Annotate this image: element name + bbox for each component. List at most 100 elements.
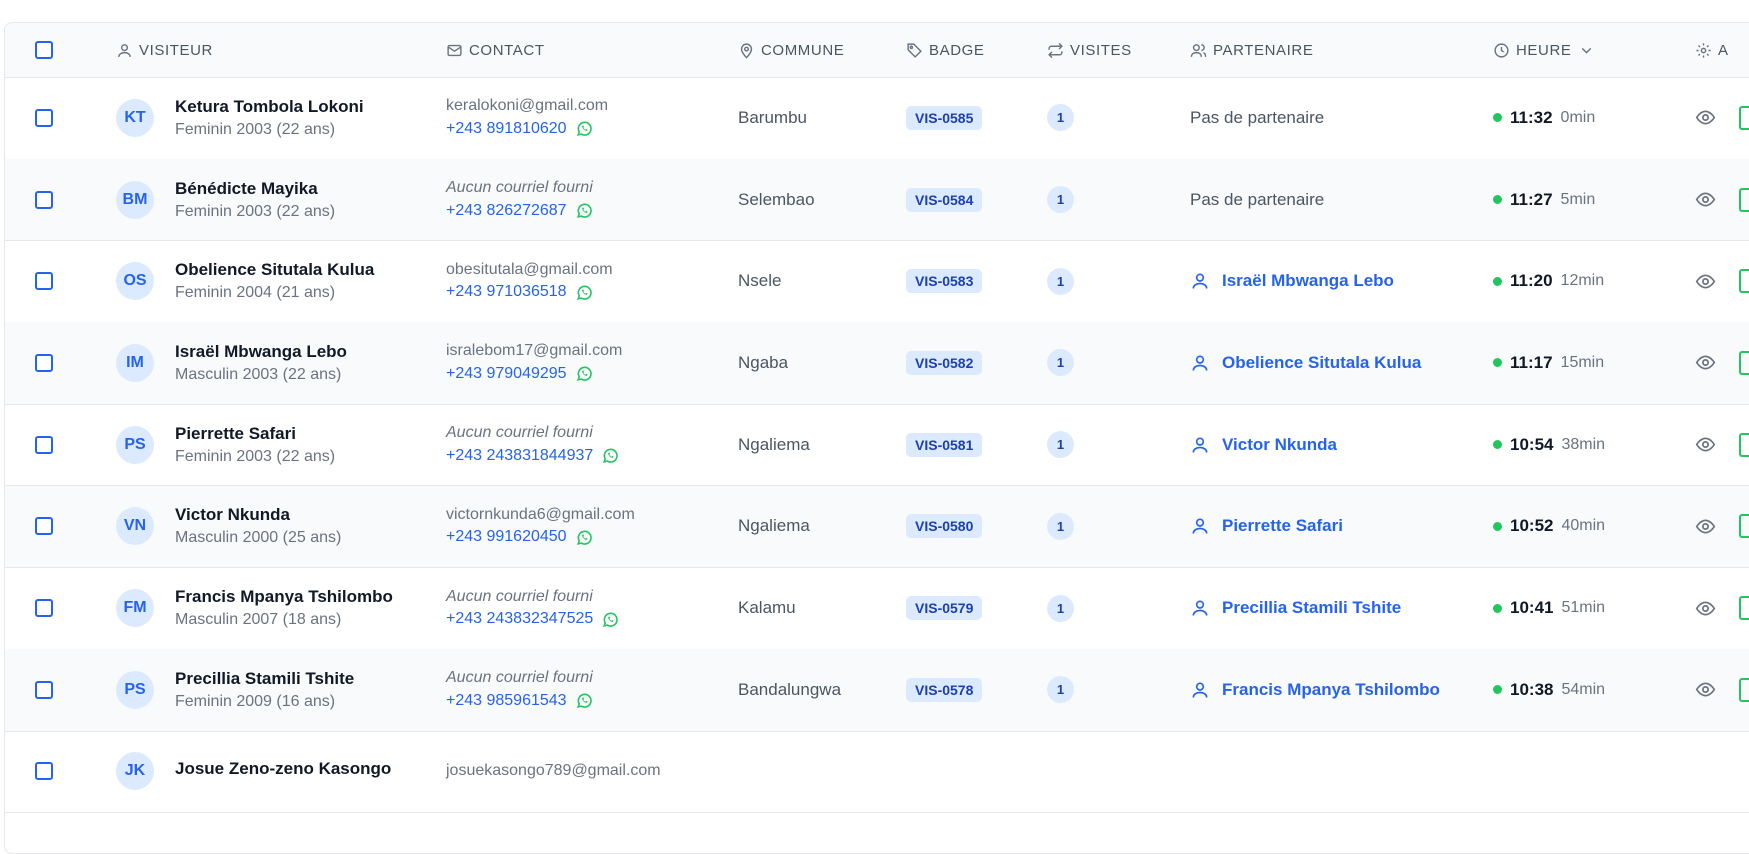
select-all-checkbox[interactable] (35, 41, 53, 59)
visitor-name[interactable]: Victor Nkunda (175, 505, 341, 525)
visitor-phone[interactable]: +243 243831844937 (446, 446, 620, 465)
action-button[interactable] (1739, 514, 1749, 539)
table-row[interactable]: FM Francis Mpanya Tshilombo Masculin 200… (5, 567, 1749, 650)
visit-count: 1 (1047, 349, 1074, 377)
visitor-phone[interactable]: +243 243832347525 (446, 610, 620, 629)
action-button[interactable] (1739, 187, 1749, 212)
action-button[interactable] (1739, 350, 1749, 375)
whatsapp-icon[interactable] (575, 201, 594, 220)
phone-number[interactable]: +243 991620450 (446, 528, 567, 546)
partner-link[interactable]: Pierrette Safari (1190, 516, 1343, 536)
row-checkbox[interactable] (35, 762, 53, 781)
eye-icon[interactable] (1695, 107, 1716, 128)
table-row[interactable]: BM Bénédicte Mayika Feminin 2003 (22 ans… (5, 158, 1749, 242)
visitor-phone[interactable]: +243 891810620 (446, 119, 608, 138)
partner-link[interactable]: Israël Mbwanga Lebo (1190, 271, 1394, 291)
eye-icon[interactable] (1695, 679, 1716, 700)
col-actions-label: A (1718, 41, 1729, 59)
visitor-name[interactable]: Obelience Situtala Kulua (175, 260, 374, 280)
partner-link[interactable]: Obelience Situtala Kulua (1190, 353, 1421, 373)
row-checkbox[interactable] (35, 353, 53, 372)
table-row[interactable]: PS Precillia Stamili Tshite Feminin 2009… (5, 648, 1749, 732)
visitor-name[interactable]: Francis Mpanya Tshilombo (175, 587, 393, 607)
action-button[interactable] (1739, 105, 1749, 130)
users-icon (1190, 43, 1207, 57)
partner-link[interactable]: Precillia Stamili Tshite (1190, 598, 1401, 618)
table-row[interactable]: JK Josue Zeno-zeno Kasongo josuekasongo7… (5, 731, 1749, 814)
partner-link[interactable]: Francis Mpanya Tshilombo (1190, 680, 1440, 700)
table-row[interactable]: PS Pierrette Safari Feminin 2003 (22 ans… (5, 404, 1749, 487)
phone-number[interactable]: +243 826272687 (446, 202, 567, 220)
arrival-time: 11:27 (1510, 189, 1553, 209)
visitor-name[interactable]: Josue Zeno-zeno Kasongo (175, 759, 391, 779)
visitor-name[interactable]: Pierrette Safari (175, 424, 335, 444)
visitor-phone[interactable]: +243 979049295 (446, 364, 622, 383)
visitor-phone[interactable]: +243 826272687 (446, 201, 594, 220)
visitor-phone[interactable]: +243 985961543 (446, 691, 594, 710)
row-checkbox[interactable] (35, 680, 53, 699)
row-checkbox[interactable] (35, 272, 53, 291)
col-actions[interactable]: A (1695, 42, 1729, 59)
action-button[interactable] (1739, 596, 1749, 621)
partner-name[interactable]: Israël Mbwanga Lebo (1222, 271, 1394, 291)
table-row[interactable]: OS Obelience Situtala Kulua Feminin 2004… (5, 240, 1749, 324)
action-button[interactable] (1739, 269, 1749, 294)
user-icon (118, 43, 131, 57)
whatsapp-icon[interactable] (575, 528, 594, 547)
whatsapp-icon[interactable] (575, 691, 594, 710)
col-commune[interactable]: COMMUNE (738, 42, 844, 59)
visitor-name[interactable]: Precillia Stamili Tshite (175, 669, 354, 689)
row-checkbox[interactable] (35, 599, 53, 618)
eye-icon[interactable] (1695, 516, 1716, 537)
phone-number[interactable]: +243 243832347525 (446, 610, 593, 628)
eye-icon[interactable] (1695, 598, 1716, 619)
visitor-name[interactable]: Bénédicte Mayika (175, 179, 335, 199)
col-partner[interactable]: PARTENAIRE (1190, 42, 1313, 59)
visitor-phone[interactable]: +243 971036518 (446, 283, 613, 302)
visitor-email: josuekasongo789@gmail.com (446, 762, 661, 780)
eye-icon[interactable] (1695, 189, 1716, 210)
phone-number[interactable]: +243 243831844937 (446, 447, 593, 465)
table-row[interactable]: VN Victor Nkunda Masculin 2000 (25 ans) … (5, 485, 1749, 569)
eye-icon[interactable] (1695, 352, 1716, 373)
visitor-phone[interactable]: +243 991620450 (446, 528, 635, 547)
partner-name[interactable]: Pierrette Safari (1222, 516, 1343, 536)
user-icon (1192, 518, 1208, 534)
visitor-commune: Ngaba (738, 352, 789, 372)
visitor-commune: Kalamu (738, 598, 796, 618)
partner-name[interactable]: Obelience Situtala Kulua (1222, 353, 1421, 373)
phone-number[interactable]: +243 985961543 (446, 692, 567, 710)
eye-icon[interactable] (1695, 434, 1716, 455)
user-icon (1192, 600, 1208, 616)
phone-number[interactable]: +243 891810620 (446, 120, 567, 138)
phone-number[interactable]: +243 971036518 (446, 283, 567, 301)
row-checkbox[interactable] (35, 108, 53, 127)
visitor-name[interactable]: Israël Mbwanga Lebo (175, 342, 347, 362)
table-row[interactable]: KT Ketura Tombola Lokoni Feminin 2003 (2… (5, 77, 1749, 160)
whatsapp-icon[interactable] (601, 446, 620, 465)
chevron-down-icon[interactable] (1578, 42, 1595, 59)
row-checkbox[interactable] (35, 517, 53, 536)
col-visits[interactable]: VISITES (1047, 42, 1132, 59)
whatsapp-icon[interactable] (575, 364, 594, 383)
table-row[interactable]: IM Israël Mbwanga Lebo Masculin 2003 (22… (5, 322, 1749, 405)
partner-name[interactable]: Precillia Stamili Tshite (1222, 598, 1401, 618)
partner-name[interactable]: Victor Nkunda (1222, 435, 1337, 455)
action-button[interactable] (1739, 677, 1749, 702)
partner-link[interactable]: Victor Nkunda (1190, 435, 1337, 455)
visitor-name[interactable]: Ketura Tombola Lokoni (175, 97, 364, 117)
whatsapp-icon[interactable] (601, 610, 620, 629)
row-checkbox[interactable] (35, 435, 53, 454)
action-button[interactable] (1739, 432, 1749, 457)
col-contact[interactable]: CONTACT (446, 42, 545, 59)
visit-count: 1 (1047, 267, 1074, 295)
row-checkbox[interactable] (35, 190, 53, 209)
whatsapp-icon[interactable] (575, 119, 594, 138)
col-badge[interactable]: BADGE (906, 42, 985, 59)
phone-number[interactable]: +243 979049295 (446, 365, 567, 383)
eye-icon[interactable] (1695, 271, 1716, 292)
whatsapp-icon[interactable] (575, 283, 594, 302)
col-visitor[interactable]: VISITEUR (116, 42, 213, 59)
col-time[interactable]: HEURE (1493, 42, 1595, 59)
partner-name[interactable]: Francis Mpanya Tshilombo (1222, 680, 1440, 700)
